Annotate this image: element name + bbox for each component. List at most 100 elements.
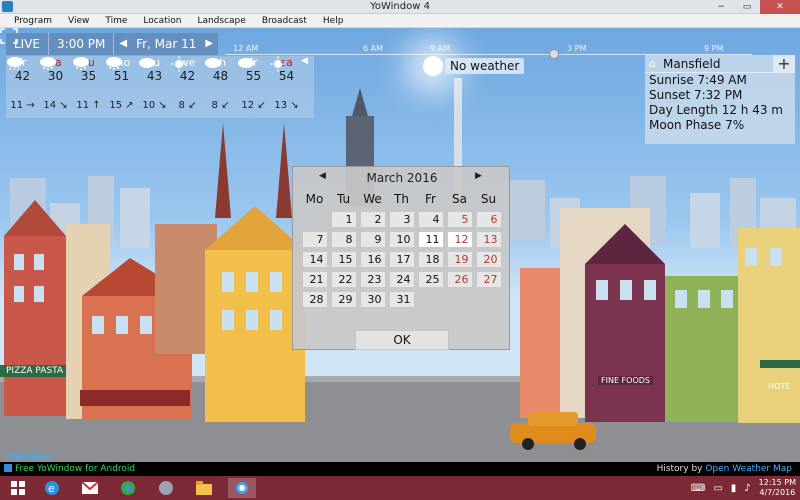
android-promo-link[interactable]: Free YoWindow for Android xyxy=(4,462,135,476)
calendar-day[interactable]: 1 xyxy=(330,210,357,228)
forecast-day[interactable]: sa3014 ↘ xyxy=(39,56,72,118)
calendar-cell: 16 xyxy=(358,249,387,269)
calendar-day[interactable]: 11 xyxy=(417,230,444,248)
close-button[interactable]: ✕ xyxy=(760,0,800,14)
calendar-day[interactable]: 13 xyxy=(475,230,502,248)
calendar-day[interactable]: 15 xyxy=(330,250,357,268)
android-icon xyxy=(4,464,12,472)
calendar-day[interactable]: 9 xyxy=(359,230,386,248)
menu-program[interactable]: Program xyxy=(6,14,60,27)
calendar-cell: 8 xyxy=(329,229,358,249)
next-month-button[interactable]: ▶ xyxy=(475,171,482,181)
forecast-wind: 11 ↑ xyxy=(76,100,101,111)
tray-clock[interactable]: 12:15 PM 4/7/2016 xyxy=(759,478,796,498)
forecast-day[interactable]: th488 ↙ xyxy=(204,56,237,118)
internet-explorer-icon[interactable]: e xyxy=(38,478,66,498)
calendar-day[interactable]: 14 xyxy=(301,250,328,268)
forecast-day[interactable]: sa 54 13 ↘ xyxy=(270,56,303,118)
calendar-day[interactable]: 16 xyxy=(359,250,386,268)
calendar-cell: 21 xyxy=(300,269,329,289)
time-display[interactable]: 3:00 PM xyxy=(49,33,115,55)
calendar-day[interactable]: 23 xyxy=(359,270,386,288)
menu-time[interactable]: Time xyxy=(97,14,135,27)
calendar-day[interactable]: 19 xyxy=(446,250,473,268)
forecast-day[interactable]: fr4211 → xyxy=(6,56,39,118)
add-location-button[interactable]: + xyxy=(773,55,795,73)
menu-help[interactable]: Help xyxy=(315,14,352,27)
calendar-day[interactable]: 31 xyxy=(388,290,415,308)
calendar-day[interactable]: 29 xyxy=(330,290,357,308)
calendar-day[interactable]: 5 xyxy=(446,210,473,228)
menu-location[interactable]: Location xyxy=(135,14,189,27)
gmail-icon[interactable] xyxy=(76,478,104,498)
calendar-cell: 17 xyxy=(387,249,416,269)
calendar-cell: 28 xyxy=(300,289,329,309)
calendar-day[interactable]: 7 xyxy=(301,230,328,248)
foods-sign: FINE FOODS xyxy=(598,376,653,385)
forecast-day[interactable]: fr5512 ↙ xyxy=(237,56,270,118)
forecast-day[interactable]: su3511 ↑ xyxy=(72,56,105,118)
calendar-week: 7 8 9 10 11 12 13 xyxy=(300,229,504,249)
timeline-handle[interactable] xyxy=(549,49,559,59)
calendar-cell xyxy=(445,289,474,309)
calendar-day[interactable]: 12 xyxy=(446,230,473,248)
calendar-day[interactable]: 17 xyxy=(388,250,415,268)
calendar-day[interactable]: 26 xyxy=(446,270,473,288)
weekday-label: Fr xyxy=(425,192,436,206)
calendar-day[interactable]: 30 xyxy=(359,290,386,308)
calendar-cell: 7 xyxy=(300,229,329,249)
calendar-day[interactable]: 24 xyxy=(388,270,415,288)
date-display[interactable]: Fr, Mar 11 xyxy=(132,33,200,55)
menu-landscape[interactable]: Landscape xyxy=(189,14,253,27)
calendar-day[interactable]: 3 xyxy=(388,210,415,228)
prev-day-button[interactable]: ◀ xyxy=(114,33,132,55)
forecast-wind: 13 ↘ xyxy=(274,100,299,111)
next-day-button[interactable]: ▶ xyxy=(200,33,218,55)
forecast-temp: 35 xyxy=(80,69,97,83)
calendar-day[interactable]: 25 xyxy=(417,270,444,288)
brand-logo[interactable]: YoWindow xyxy=(5,452,50,462)
calendar-cell: 23 xyxy=(358,269,387,289)
calendar-day[interactable]: 2 xyxy=(359,210,386,228)
weather-source-link[interactable]: Open Weather Map xyxy=(705,464,792,474)
app-icon-globe[interactable] xyxy=(152,478,180,498)
forecast-collapse-icon[interactable]: ◀ xyxy=(301,56,308,66)
menu-view[interactable]: View xyxy=(60,14,97,27)
calendar-week: 28 29 30 31 xyxy=(300,289,504,309)
calendar-day[interactable]: 22 xyxy=(330,270,357,288)
calendar-grid: Mo Tu We Th Fr Sa Su 1 2 3 4 5 6 7 8 9 10 11 12 13 14 15 16 17 1… xyxy=(300,189,504,309)
forecast-strip[interactable]: fr4211 →sa3014 ↘su3511 ↑mo5115 ↗tu4310 ↘… xyxy=(6,56,314,118)
chrome-icon[interactable] xyxy=(114,478,142,498)
windows-logo-icon xyxy=(11,481,25,495)
calendar-day[interactable]: 4 xyxy=(417,210,444,228)
yowindow-taskbar-icon[interactable] xyxy=(228,478,256,498)
forecast-day[interactable]: mo5115 ↗ xyxy=(105,56,138,118)
calendar-cell: 18 xyxy=(416,249,445,269)
file-explorer-icon[interactable] xyxy=(190,478,218,498)
menu-broadcast[interactable]: Broadcast xyxy=(254,14,315,27)
calendar-day[interactable]: 27 xyxy=(475,270,502,288)
fullscreen-icon[interactable] xyxy=(0,28,18,44)
keyboard-icon[interactable]: ⌨ xyxy=(691,483,705,494)
calendar-day[interactable]: 10 xyxy=(388,230,415,248)
calendar-day[interactable]: 6 xyxy=(475,210,502,228)
forecast-temp: 43 xyxy=(146,69,163,83)
maximize-button[interactable]: ▭ xyxy=(734,0,760,14)
volume-icon[interactable]: ♪ xyxy=(744,483,750,494)
forecast-day[interactable]: tu4310 ↘ xyxy=(138,56,171,118)
calendar-day[interactable]: 28 xyxy=(301,290,328,308)
rain-icon xyxy=(6,57,39,99)
calendar-day[interactable]: 20 xyxy=(475,250,502,268)
menu-bar: Program View Time Location Landscape Bro… xyxy=(0,14,800,28)
network-icon[interactable]: ▮ xyxy=(731,483,737,494)
minimize-button[interactable]: − xyxy=(708,0,734,14)
calendar-day[interactable]: 8 xyxy=(330,230,357,248)
forecast-day[interactable]: we 42 8 ↙ xyxy=(171,56,204,118)
ok-button[interactable]: OK xyxy=(355,330,449,350)
calendar-day[interactable]: 21 xyxy=(301,270,328,288)
calendar-cell: 9 xyxy=(358,229,387,249)
calendar-day[interactable]: 18 xyxy=(417,250,444,268)
start-windows-icon[interactable] xyxy=(4,478,32,498)
notifications-icon[interactable]: ▭ xyxy=(713,483,722,494)
weather-status[interactable]: No weather xyxy=(445,58,525,74)
